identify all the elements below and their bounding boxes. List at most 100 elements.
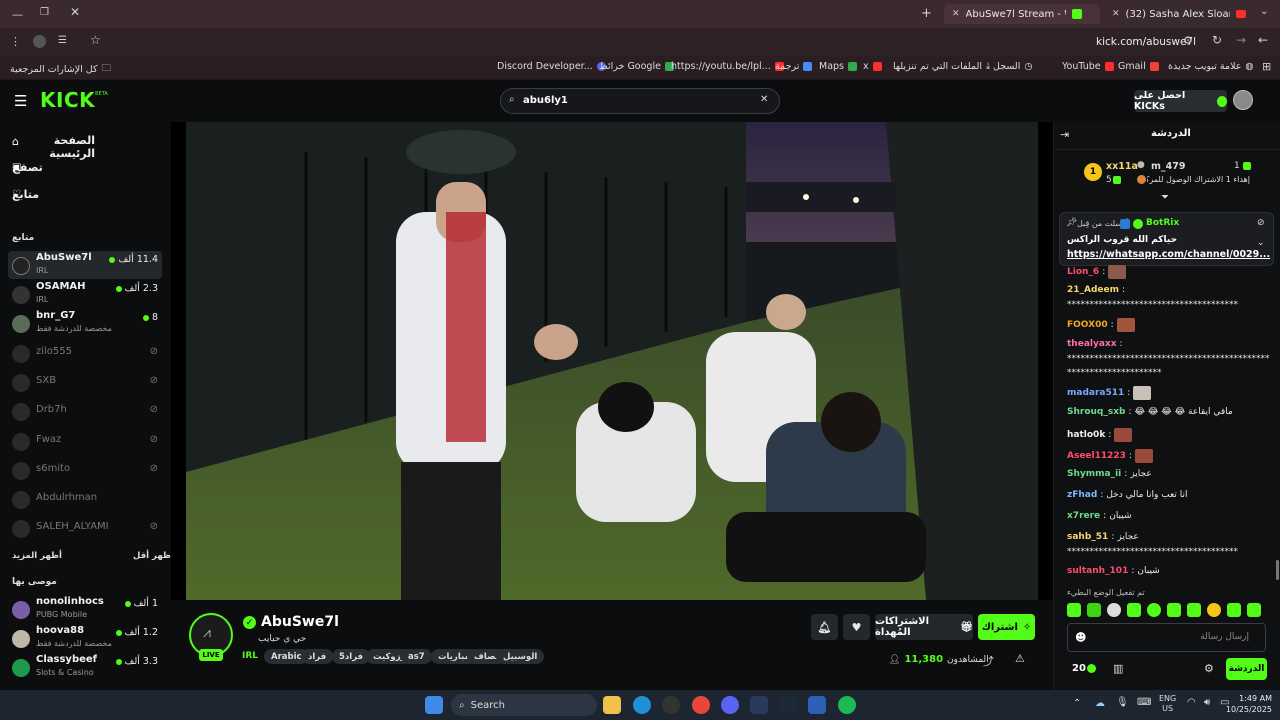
emote-icon[interactable] (1087, 603, 1101, 617)
bookmark-all[interactable]: كل الإشارات المرجعية 🗀 (10, 61, 111, 77)
keyboard-icon[interactable]: ⌨ (1137, 697, 1151, 708)
close-window-icon[interactable]: ✕ (70, 5, 80, 19)
channel-item-fwaz[interactable]: Fwaz ⦸ (8, 427, 162, 455)
bookmark-star-icon[interactable]: ☆ (90, 33, 101, 47)
show-less-link[interactable]: أظهر أقل (133, 551, 174, 561)
bookmark-translate[interactable]: ترجمة (775, 61, 813, 72)
site-settings-icon[interactable]: ⚙ (1183, 34, 1193, 47)
collapse-chat-icon[interactable]: ⇥ (1060, 128, 1069, 141)
chrome-icon[interactable] (692, 696, 710, 714)
chat-input-placeholder[interactable]: إرسال رسالة (1200, 632, 1249, 642)
nav-browse[interactable]: تصفح (12, 161, 95, 174)
microphone-icon[interactable]: 🎙︎ (1116, 697, 1129, 708)
github-icon[interactable] (662, 696, 680, 714)
channel-item-nonolinhocs[interactable]: nonolinhocs PUBG Mobile 1 ألف (8, 595, 162, 623)
forward-icon[interactable]: → (1236, 33, 1246, 47)
tag-pill[interactable]: فراد5 (332, 649, 371, 664)
chat-username[interactable]: Shymma_ii (1067, 469, 1121, 479)
chat-username[interactable]: sultanh_101 (1067, 566, 1128, 576)
chat-username[interactable]: hatlo0k (1067, 430, 1105, 440)
chat-settings-icon[interactable]: ⚙ (1204, 662, 1214, 675)
file-explorer-icon[interactable] (603, 696, 621, 714)
channel-item-saleh-alyami[interactable]: SALEH_ALYAMI ⦸ (8, 514, 162, 542)
tag-pill[interactable]: الوسبيل (496, 649, 545, 664)
emote-icon[interactable] (1067, 603, 1081, 617)
channel-points[interactable]: 20 (1072, 663, 1086, 674)
profile-avatar[interactable] (33, 35, 46, 48)
expand-leaderboard-icon[interactable]: ⏷ (1161, 192, 1169, 203)
emote-icon[interactable] (1127, 603, 1141, 617)
chat-username[interactable]: Aseel11223 (1067, 451, 1126, 461)
app-a-icon[interactable] (750, 696, 768, 714)
channel-item-hoova88[interactable]: hoova88 مخصصة للدردشة فقط 1.2 ألف (8, 624, 162, 652)
chat-scrollbar[interactable] (1276, 560, 1279, 580)
top-supporter-name[interactable]: m_479 (1151, 161, 1185, 172)
tune-icon[interactable]: ☰ (58, 35, 67, 46)
chevron-down-icon[interactable]: ⌄ (1257, 238, 1265, 248)
emote-icon[interactable] (1107, 603, 1121, 617)
chat-username[interactable]: zFhad (1067, 490, 1097, 500)
emoji-picker-icon[interactable]: ☻ (1075, 631, 1086, 644)
channel-title[interactable]: AbuSwe7l (261, 614, 339, 630)
chat-username[interactable]: x7rere (1067, 511, 1100, 521)
user-avatar[interactable] (1233, 90, 1253, 110)
channel-item-abuswe7l[interactable]: AbuSwe7l IRL 11.4 ألف (8, 251, 162, 279)
gift-subs-button[interactable]: الاشتراكات المُهداة 🎁︎ (875, 614, 973, 640)
chat-username[interactable]: Shrouq_sxb (1067, 407, 1125, 417)
wifi-icon[interactable]: ◠ (1187, 697, 1196, 708)
show-more-link[interactable]: أظهر المزيد (12, 551, 62, 561)
clear-search-icon[interactable]: ✕ (760, 94, 768, 105)
bookmark-discord[interactable]: Discord Developer... (497, 61, 606, 72)
channel-item-drb7h[interactable]: Drb7h ⦸ (8, 397, 162, 425)
chat-username[interactable]: sahb_51 (1067, 532, 1108, 542)
chat-username[interactable]: FOOX00 (1067, 320, 1108, 330)
unpin-icon[interactable]: ⊘ (1257, 218, 1265, 228)
spotify-icon[interactable] (838, 696, 856, 714)
minimize-icon[interactable]: — (12, 8, 23, 21)
reload-icon[interactable]: ↻ (1212, 33, 1222, 47)
emote-icon[interactable] (1227, 603, 1241, 617)
clock[interactable]: 1:49 AM 10/25/2025 (1224, 693, 1272, 715)
apps-grid-icon[interactable]: ⊞ (1262, 60, 1271, 73)
chat-input-box[interactable]: ☻ إرسال رسالة (1067, 623, 1266, 652)
bookmark-downloads[interactable]: الملفات التي تم تنزيلها ⤓ (893, 61, 990, 72)
bookmark-new-tab[interactable]: علامة تبويب جديدة ◍ (1168, 61, 1254, 72)
channel-item-classybeef[interactable]: Classybeef Slots & Casino 3.3 ألف (8, 653, 162, 681)
emote-icon[interactable] (1207, 603, 1221, 617)
emote-icon[interactable] (1167, 603, 1181, 617)
chat-username[interactable]: madara511 (1067, 388, 1124, 398)
chat-username[interactable]: Lion_6 (1067, 267, 1099, 277)
bookmark-x[interactable]: x (863, 61, 882, 72)
nav-following[interactable]: متابع (12, 188, 95, 201)
category-link[interactable]: IRL (242, 651, 258, 661)
tab-youtube[interactable]: ✕ (32) Sasha Alex Sloan - Older (L (1104, 4, 1254, 24)
taskbar-search[interactable]: ⌕ Search (451, 694, 597, 716)
menu-dots-icon[interactable]: ⋮ (10, 35, 21, 48)
discord-icon[interactable] (721, 696, 739, 714)
chat-username[interactable]: thealyaxx (1067, 339, 1117, 349)
edge-icon[interactable] (633, 696, 651, 714)
bookmark-maps[interactable]: Maps (819, 61, 857, 72)
new-tab-icon[interactable]: + (921, 6, 932, 21)
send-chat-button[interactable]: الدردشة (1226, 658, 1267, 680)
pinned-author[interactable]: BotRix (1146, 218, 1179, 228)
search-box[interactable]: ⌕ abu6ly1 ✕ (500, 88, 780, 114)
nav-home[interactable]: الصفحة الرئيسية (12, 134, 95, 160)
language-indicator[interactable]: ENG US (1159, 694, 1176, 714)
follow-heart-button[interactable]: ♥ (843, 614, 870, 640)
restore-icon[interactable]: ❐ (40, 7, 49, 18)
emote-icon[interactable] (1147, 603, 1161, 617)
notification-bell-button[interactable]: 🔔︎ (811, 614, 838, 640)
pinned-message[interactable]: 📌︎ أرسلت من قِبل BotRix ⊘ حياكم الله قرو… (1059, 212, 1274, 266)
tab-close-icon[interactable]: ✕ (952, 9, 960, 19)
search-input[interactable]: abu6ly1 (523, 95, 568, 106)
volume-icon[interactable]: 🔊︎ (1204, 697, 1210, 708)
tab-abuswe7l[interactable]: ✕ AbuSwe7l Stream - Watch Live (944, 4, 1100, 24)
channel-item-sxb[interactable]: SXB ⦸ (8, 368, 162, 396)
hamburger-menu-icon[interactable]: ☰ (14, 92, 27, 110)
onedrive-icon[interactable]: ☁ (1095, 698, 1105, 709)
share-icon[interactable]: ⤴ (983, 653, 994, 669)
channel-item-s6mito[interactable]: s6mito ⦸ (8, 456, 162, 484)
tag-pill[interactable]: فراد (301, 649, 334, 664)
video-frame[interactable] (186, 122, 1038, 600)
